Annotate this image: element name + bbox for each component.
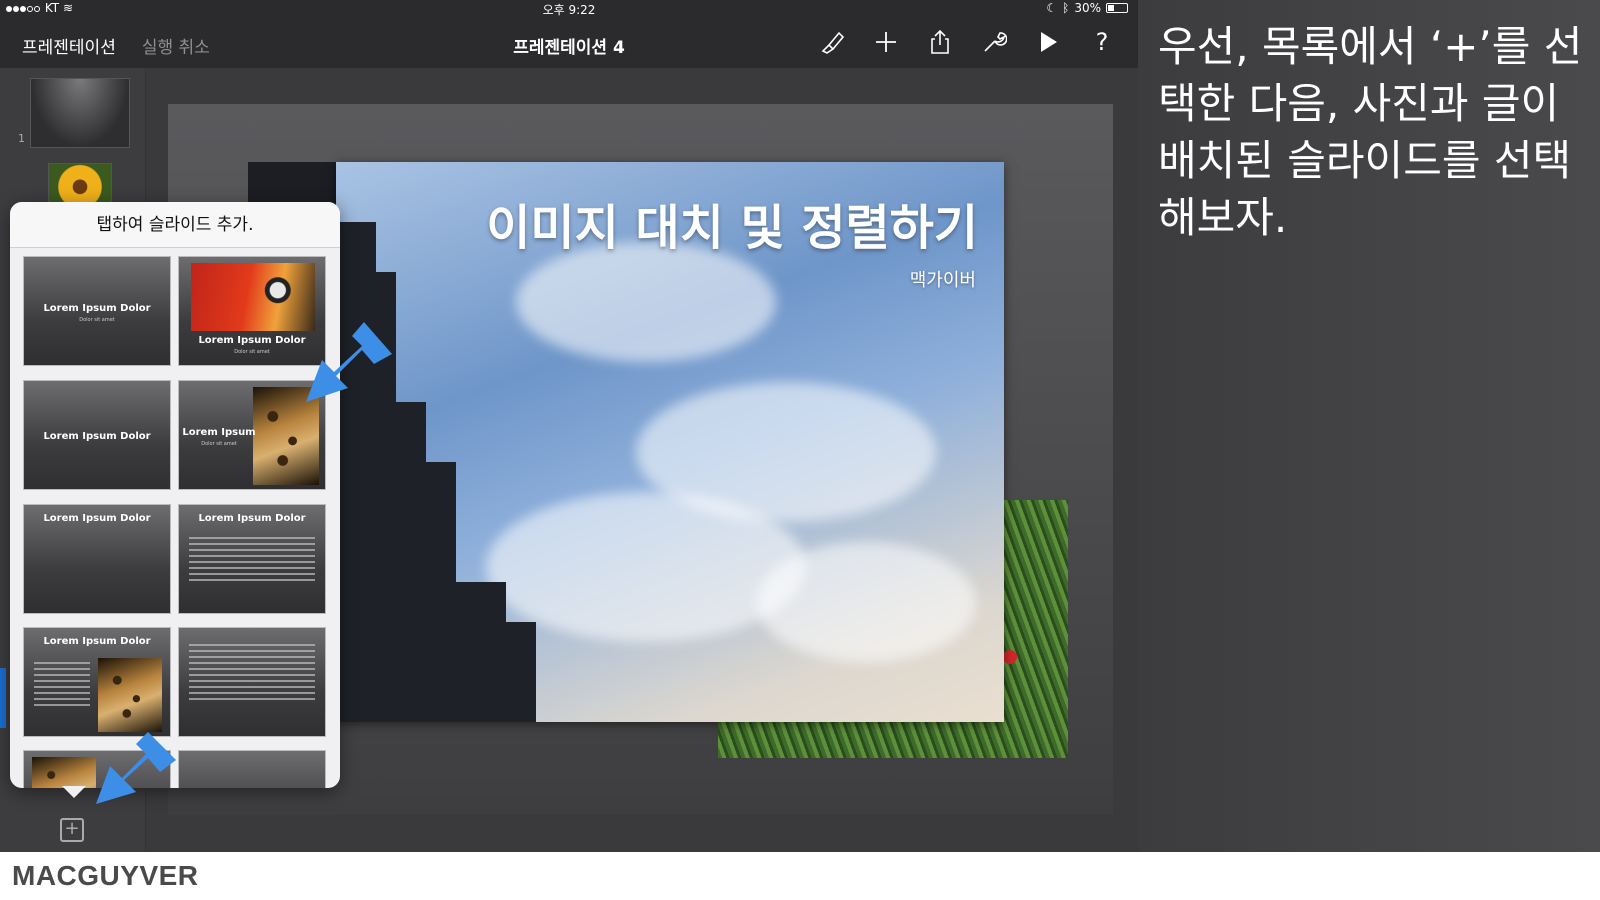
layout-subtitle-text: Dolor sit amet <box>201 441 237 447</box>
popover-arrow <box>62 786 86 798</box>
layout-title-bullets[interactable]: Lorem Ipsum Dolor <box>178 504 326 614</box>
slide-subtitle[interactable]: 맥가이버 <box>910 266 976 292</box>
ipad-keynote-screen: KT ≋ 오후 9:22 ☾ ᛒ 30% 프레젠테이션 실행 취소 프레젠테이션… <box>0 0 1138 852</box>
presentations-back-button[interactable]: 프레젠테이션 <box>22 33 116 58</box>
add-slide-button[interactable]: + <box>60 818 84 842</box>
screenshot-stage: KT ≋ 오후 9:22 ☾ ᛒ 30% 프레젠테이션 실행 취소 프레젠테이션… <box>0 0 1600 900</box>
slide-thumbnail-1[interactable] <box>30 78 130 148</box>
layout-title-text: Lorem Ipsum <box>182 427 256 438</box>
wrench-icon[interactable] <box>980 28 1008 56</box>
flower-detail <box>1003 650 1017 664</box>
keynote-toolbar: 프레젠테이션 실행 취소 프레젠테이션 4 ? <box>0 18 1138 68</box>
battery-icon <box>1106 3 1128 13</box>
layout-title-top[interactable]: Lorem Ipsum Dolor <box>23 504 171 614</box>
layout-title-text: Lorem Ipsum Dolor <box>43 513 151 524</box>
bluetooth-icon: ᛒ <box>1062 1 1070 15</box>
moon-icon: ☾ <box>1046 1 1058 15</box>
sky-photo[interactable]: 이미지 대치 및 정렬하기 맥가이버 <box>336 162 1004 722</box>
instruction-text: 우선, 목록에서 ‘+’를 선택한 다음, 사진과 글이 배치된 슬라이드를 선… <box>1158 22 1583 242</box>
layout-title-text: Lorem Ipsum Dolor <box>198 513 306 524</box>
layout-subtitle-text: Dolor sit amet <box>79 317 115 323</box>
play-icon[interactable] <box>1034 28 1062 56</box>
layout-bullets-only[interactable] <box>178 627 326 737</box>
annotation-arrow-icon <box>306 322 392 402</box>
annotation-arrow-icon <box>96 732 176 804</box>
undo-button[interactable]: 실행 취소 <box>142 33 210 58</box>
layout-title-text: Lorem Ipsum Dolor <box>43 431 151 442</box>
parrot-photo <box>191 263 315 331</box>
selection-indicator <box>0 668 6 728</box>
help-label: ? <box>1095 28 1109 56</box>
slide-thumbnail-2[interactable] <box>48 163 112 203</box>
status-right: ☾ ᛒ 30% <box>1046 1 1128 15</box>
status-bar: KT ≋ 오후 9:22 ☾ ᛒ 30% <box>0 0 1138 18</box>
plus-icon[interactable] <box>872 28 900 56</box>
layout-title-bullets-photo[interactable]: Lorem Ipsum Dolor <box>23 627 171 737</box>
footer: MACGUYVER <box>0 852 1600 900</box>
layout-title-text: Lorem Ipsum Dolor <box>43 303 151 314</box>
instruction-panel: 우선, 목록에서 ‘+’를 선택한 다음, 사진과 글이 배치된 슬라이드를 선… <box>1138 0 1600 852</box>
share-icon[interactable] <box>926 28 954 56</box>
layout-title-text: Lorem Ipsum Dolor <box>43 636 151 647</box>
layout-title-only[interactable]: Lorem Ipsum Dolor <box>23 380 171 490</box>
leopard-photo <box>32 757 96 788</box>
popover-title: 탭하여 슬라이드 추가. <box>10 202 340 248</box>
add-slide-popover: 탭하여 슬라이드 추가. Lorem Ipsum Dolor Dolor sit… <box>10 202 340 788</box>
status-time: 오후 9:22 <box>542 3 596 17</box>
layout-title-center[interactable]: Lorem Ipsum Dolor Dolor sit amet <box>23 256 171 366</box>
slide-title[interactable]: 이미지 대치 및 정렬하기 <box>486 188 978 258</box>
paintbrush-icon[interactable] <box>818 28 846 56</box>
brand-logo: MACGUYVER <box>12 860 199 891</box>
battery-label: 30% <box>1074 1 1101 15</box>
help-icon[interactable]: ? <box>1088 28 1116 56</box>
slide-number: 1 <box>18 132 25 145</box>
layout-blank[interactable] <box>178 750 326 788</box>
leopard-photo <box>98 658 162 732</box>
